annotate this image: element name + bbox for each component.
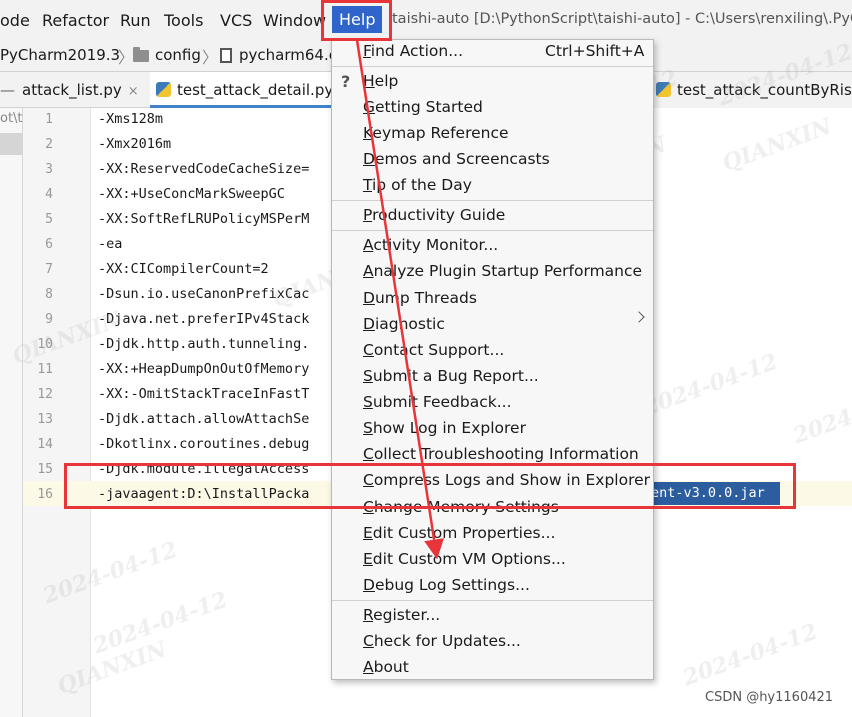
project-selected-row[interactable]	[0, 133, 22, 155]
folder-icon	[133, 47, 149, 62]
line-number: 9	[45, 312, 53, 327]
tab-label: attack_list.py	[22, 81, 122, 99]
menu-item-productivity-guide[interactable]: Productivity Guide	[363, 206, 505, 224]
line-number: 13	[37, 412, 53, 427]
menu-vcs[interactable]: VCS	[220, 11, 252, 30]
line-number: 12	[37, 387, 53, 402]
menu-separator	[332, 600, 653, 601]
menu-window[interactable]: Window	[263, 11, 326, 30]
shortcut-find-action: Ctrl+Shift+A	[545, 42, 645, 60]
breadcrumb-config[interactable]: config	[155, 46, 201, 64]
menu-item-analyze-plugin-startup[interactable]: Analyze Plugin Startup Performance	[363, 262, 642, 280]
menu-item-about[interactable]: About	[363, 658, 409, 676]
menu-item-edit-custom-properties[interactable]: Edit Custom Properties...	[363, 524, 555, 542]
tab-attack-list[interactable]: attack_list.py ×	[22, 72, 142, 108]
menu-item-activity-monitor[interactable]: Activity Monitor...	[363, 236, 498, 254]
breadcrumb-separator-icon: 〉	[202, 48, 219, 67]
menu-item-submit-feedback[interactable]: Submit Feedback...	[363, 393, 512, 411]
line-number: 16	[37, 487, 53, 502]
code-line[interactable]: -XX:+HeapDumpOnOutOfMemory	[98, 361, 309, 377]
credit-text: CSDN @hy1160421	[705, 690, 834, 705]
menu-item-tip-of-the-day[interactable]: Tip of the Day	[363, 176, 472, 194]
line-number: 1	[45, 112, 53, 127]
menu-code[interactable]: ode	[0, 11, 30, 30]
annotation-box-javaagent-line	[64, 463, 796, 509]
watermark: 2024-04-12	[89, 586, 231, 660]
tab-test-attack-count-by-risk[interactable]: test_attack_countByRisk.py	[652, 72, 852, 108]
code-line[interactable]: -Djava.net.preferIPv4Stack	[98, 311, 309, 327]
code-line[interactable]: -Xmx2016m	[98, 136, 171, 152]
project-path-stub: ot\t	[0, 111, 23, 126]
code-line[interactable]: -Dsun.io.useCanonPrefixCac	[98, 286, 309, 302]
menu-item-debug-log-settings[interactable]: Debug Log Settings...	[363, 576, 530, 594]
tab-label: test_attack_detail.py	[177, 81, 334, 99]
menu-run[interactable]: Run	[120, 11, 151, 30]
project-panel-stub: ot\t	[0, 108, 23, 717]
code-line[interactable]: -Xms128m	[98, 111, 163, 127]
breadcrumb-separator-icon: 〉	[118, 48, 135, 67]
tab-left-marker: —	[0, 81, 15, 99]
menu-bar: ode Refactor Run Tools VCS Window Help t…	[0, 0, 852, 40]
code-line[interactable]: -Djdk.http.auth.tunneling.	[98, 336, 309, 352]
line-number: 3	[45, 162, 53, 177]
menu-item-getting-started[interactable]: Getting Started	[363, 98, 483, 116]
menu-separator	[332, 230, 653, 231]
line-number: 5	[45, 212, 53, 227]
menu-item-help[interactable]: Help	[363, 72, 398, 90]
help-menu: Find Action... Ctrl+Shift+A ? Help Getti…	[331, 39, 654, 680]
menu-separator	[332, 66, 653, 67]
tab-test-attack-detail[interactable]: test_attack_detail.py	[150, 72, 334, 108]
breadcrumb-pycharm[interactable]: PyCharm2019.3	[0, 46, 120, 64]
line-number: 15	[37, 462, 53, 477]
menu-item-diagnostic[interactable]: Diagnostic	[363, 315, 445, 333]
line-number: 14	[37, 437, 53, 452]
python-file-icon	[656, 82, 671, 97]
line-number: 7	[45, 262, 53, 277]
line-number: 4	[45, 187, 53, 202]
menu-item-dump-threads[interactable]: Dump Threads	[363, 289, 477, 307]
menu-item-submit-bug-report[interactable]: Submit a Bug Report...	[363, 367, 539, 385]
line-number: 2	[45, 137, 53, 152]
close-icon[interactable]: ×	[128, 84, 139, 99]
annotation-box-help	[321, 0, 392, 41]
submenu-chevron-right-icon	[633, 311, 645, 323]
menu-item-collect-troubleshooting[interactable]: Collect Troubleshooting Information	[363, 445, 639, 463]
window-title: taishi-auto [D:\PythonScript\taishi-auto…	[392, 11, 852, 27]
line-number: 11	[37, 362, 53, 377]
watermark: QIANXIN	[718, 113, 836, 177]
tab-inner: test_attack_countByRisk.py	[656, 72, 852, 108]
code-line[interactable]: -XX:SoftRefLRUPolicyMSPerM	[98, 211, 309, 227]
watermark: 2024-04-12	[639, 348, 781, 422]
line-number: 10	[37, 337, 53, 352]
breadcrumb-file[interactable]: pycharm64.e	[239, 46, 338, 64]
code-line[interactable]: -XX:+UseConcMarkSweepGC	[98, 186, 285, 202]
tab-label: test_attack_countByRisk.py	[677, 81, 852, 99]
menu-item-contact-support[interactable]: Contact Support...	[363, 341, 504, 359]
line-number: 8	[45, 287, 53, 302]
watermark: 2024-04-12	[679, 618, 821, 692]
menu-item-keymap-reference[interactable]: Keymap Reference	[363, 124, 509, 142]
file-icon	[220, 48, 232, 63]
code-line[interactable]: -Dkotlinx.coroutines.debug	[98, 436, 309, 452]
help-question-icon: ?	[341, 72, 351, 91]
menu-item-demos-screencasts[interactable]: Demos and Screencasts	[363, 150, 550, 168]
menu-item-show-log-in-explorer[interactable]: Show Log in Explorer	[363, 419, 526, 437]
menu-item-register[interactable]: Register...	[363, 606, 440, 624]
code-line[interactable]: -XX:CICompilerCount=2	[98, 261, 269, 277]
line-number: 6	[45, 237, 53, 252]
menu-separator	[332, 200, 653, 201]
python-file-icon	[156, 82, 171, 97]
watermark: 2024-04-12	[789, 376, 852, 450]
menu-item-edit-custom-vm-options[interactable]: Edit Custom VM Options...	[363, 550, 566, 568]
menu-refactor[interactable]: Refactor	[42, 11, 109, 30]
menu-item-find-action[interactable]: Find Action...	[363, 42, 463, 60]
code-line[interactable]: -XX:ReservedCodeCacheSize=	[98, 161, 309, 177]
menu-tools[interactable]: Tools	[164, 11, 203, 30]
menu-item-check-for-updates[interactable]: Check for Updates...	[363, 632, 521, 650]
code-line[interactable]: -Djdk.attach.allowAttachSe	[98, 411, 309, 427]
code-line[interactable]: -ea	[98, 236, 122, 252]
code-line[interactable]: -XX:-OmitStackTraceInFastT	[98, 386, 309, 402]
